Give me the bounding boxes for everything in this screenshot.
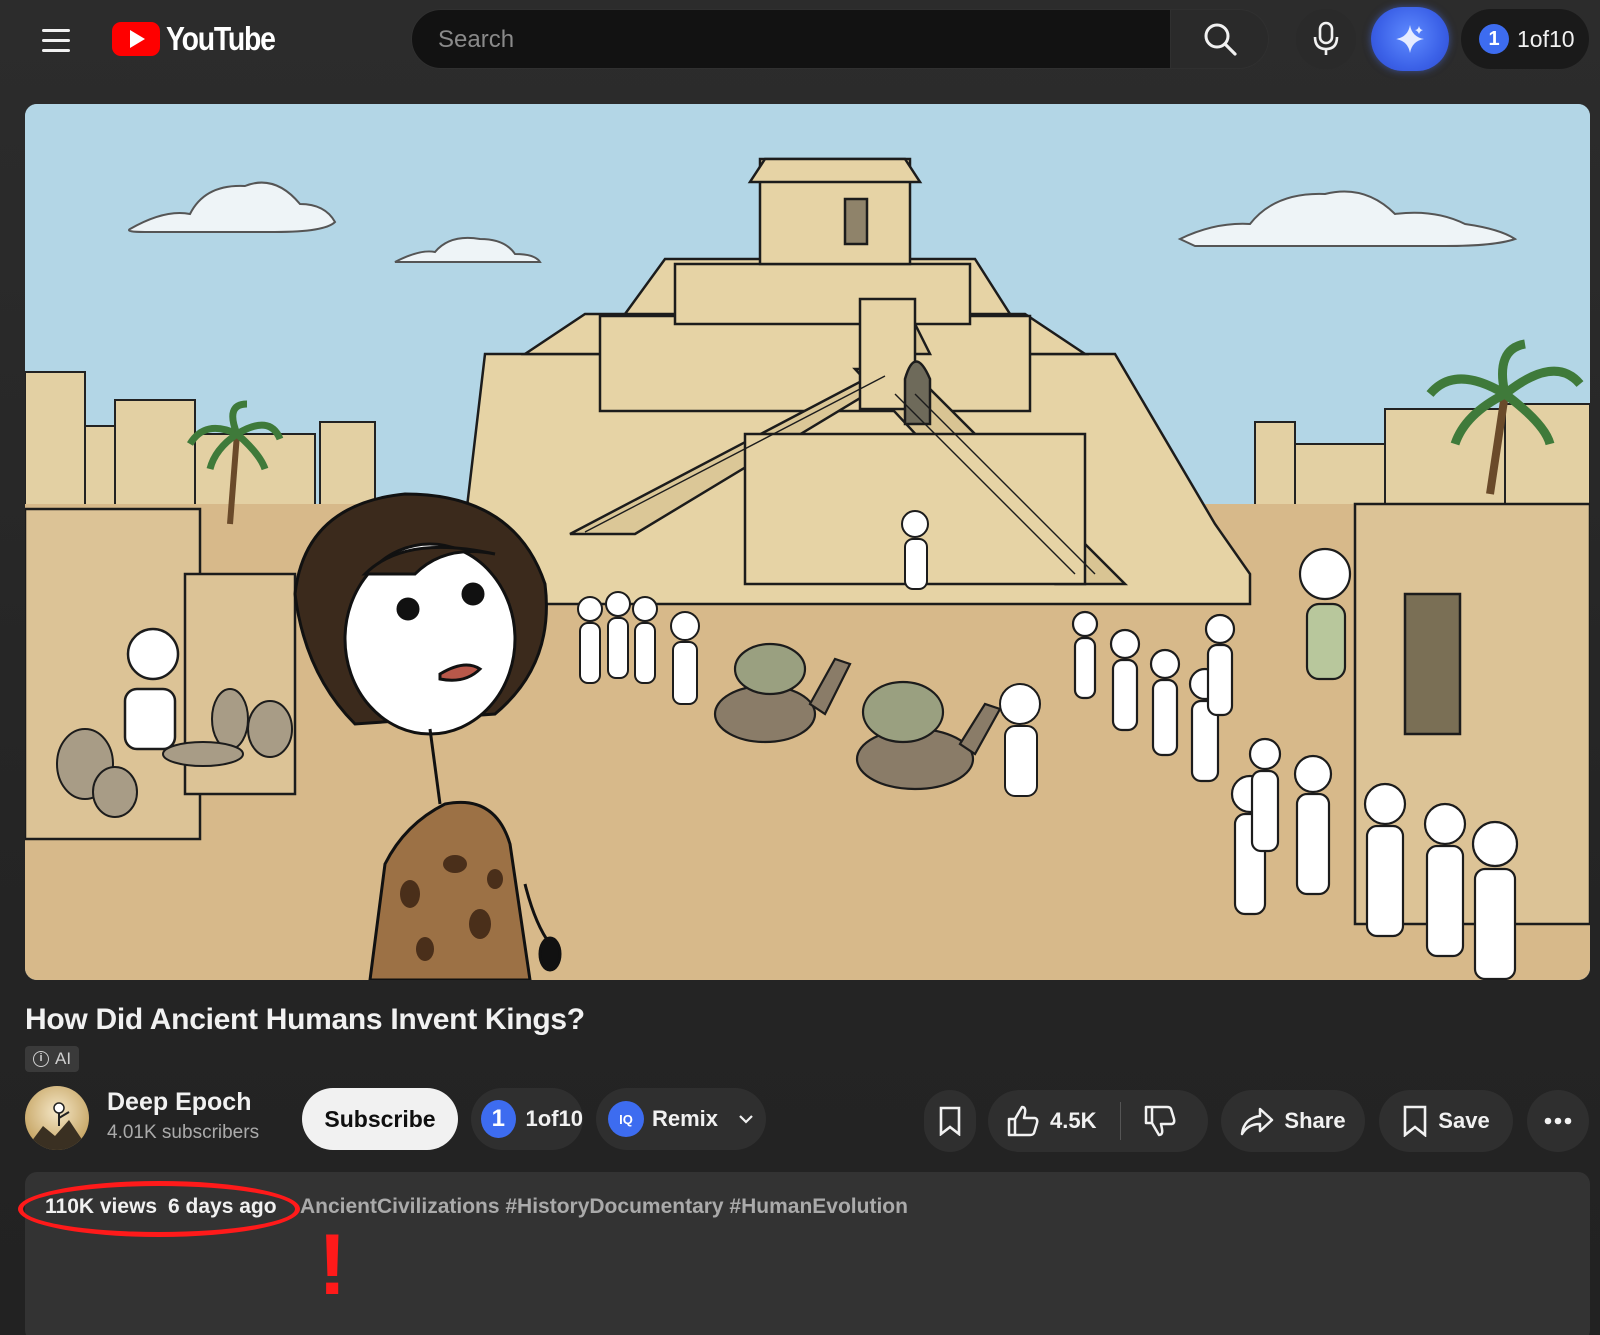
save-label: Save: [1438, 1108, 1490, 1133]
video-player[interactable]: [25, 104, 1590, 980]
channel-avatar[interactable]: [25, 1086, 89, 1150]
video-title: How Did Ancient Humans Invent Kings?: [25, 1003, 585, 1036]
voice-search-button[interactable]: [1296, 9, 1356, 69]
annotation-exclamation: !: [318, 1217, 347, 1313]
bookmark-button[interactable]: [924, 1090, 976, 1152]
masthead: YouTube 1 1of10: [0, 0, 1600, 82]
1of10-extension-button[interactable]: 1 1of10: [471, 1088, 583, 1150]
youtube-play-icon: [112, 22, 160, 56]
subscribe-button[interactable]: Subscribe: [302, 1088, 458, 1150]
search-box: [411, 9, 1171, 69]
search-button[interactable]: [1171, 9, 1269, 69]
ask-ai-button[interactable]: [1371, 7, 1449, 71]
bookmark-icon: [939, 1106, 961, 1136]
owner-row: Deep Epoch 4.01K subscribers Subscribe 1…: [0, 1086, 1600, 1152]
like-divider: [1120, 1102, 1122, 1140]
youtube-logo[interactable]: YouTube: [112, 20, 292, 58]
thumbs-down-icon[interactable]: [1143, 1104, 1177, 1138]
video-frame-illustration: [25, 104, 1590, 980]
share-icon: [1241, 1107, 1274, 1136]
avatar-image: [25, 1102, 89, 1150]
share-label: Share: [1284, 1108, 1346, 1133]
hashtags[interactable]: AncientCivilizations #HistoryDocumentary…: [300, 1195, 908, 1219]
annotation-oval: [18, 1181, 300, 1237]
account-chip[interactable]: 1 1of10: [1461, 9, 1589, 69]
share-button[interactable]: Share: [1221, 1090, 1365, 1152]
more-actions-button[interactable]: [1527, 1090, 1589, 1152]
ai-disclosure-badge[interactable]: i AI: [25, 1046, 80, 1072]
ai-badge-label: AI: [55, 1049, 72, 1068]
remix-icon: IQ: [608, 1101, 644, 1137]
microphone-icon: [1313, 21, 1339, 55]
like-count[interactable]: 4.5K: [1050, 1108, 1096, 1134]
sparkle-icon: [1396, 25, 1424, 53]
account-icon: 1: [1479, 24, 1509, 54]
guide-menu-button[interactable]: [34, 20, 78, 60]
subscriber-count: 4.01K subscribers: [107, 1122, 260, 1143]
1of10-label: 1of10: [525, 1106, 583, 1131]
menu-icon: [42, 28, 70, 32]
like-dislike-group: 4.5K: [988, 1090, 1208, 1152]
channel-name[interactable]: Deep Epoch: [107, 1088, 251, 1117]
logo-text: YouTube: [166, 20, 276, 57]
thumbs-up-icon[interactable]: [1006, 1104, 1040, 1138]
search-icon: [1204, 23, 1237, 56]
search-input[interactable]: [438, 24, 1138, 56]
1of10-icon: 1: [481, 1100, 516, 1138]
save-button[interactable]: Save: [1379, 1090, 1513, 1152]
account-label: 1of10: [1517, 25, 1575, 52]
chevron-down-icon: [739, 1115, 753, 1124]
remix-button[interactable]: IQ Remix: [596, 1088, 766, 1150]
remix-label: Remix: [652, 1106, 719, 1131]
more-horizontal-icon: [1544, 1117, 1572, 1125]
save-bookmark-icon: [1403, 1105, 1427, 1137]
info-icon: i: [33, 1051, 49, 1067]
